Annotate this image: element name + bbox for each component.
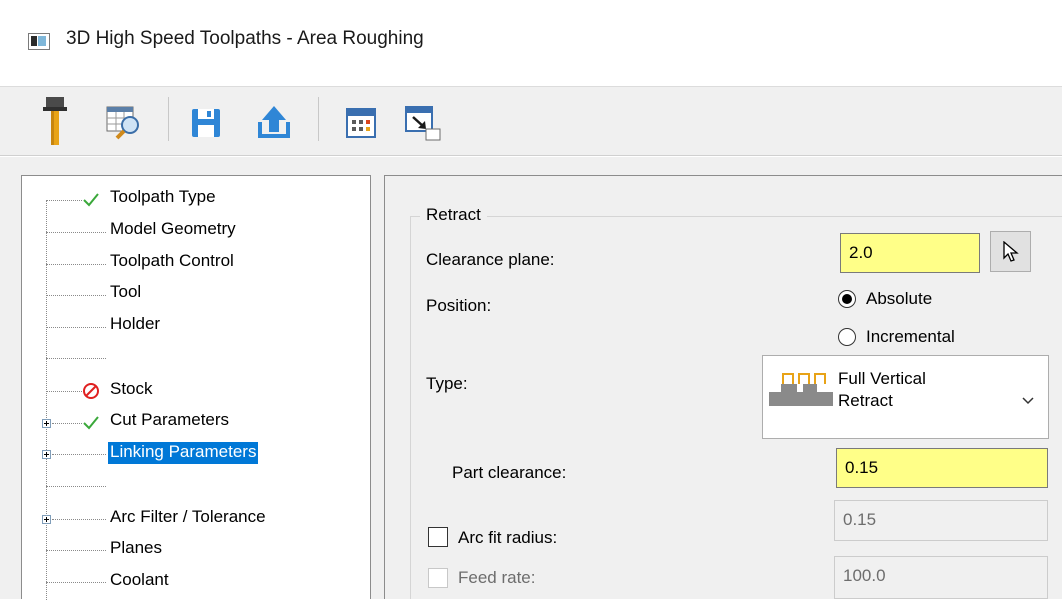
expand-icon[interactable] bbox=[42, 450, 51, 459]
expand-icon[interactable] bbox=[42, 515, 51, 524]
tree-item-stock[interactable]: Stock bbox=[110, 379, 153, 401]
error-icon bbox=[83, 383, 99, 399]
arc-fit-radius-label[interactable]: Arc fit radius: bbox=[458, 528, 557, 548]
expand-icon[interactable] bbox=[42, 419, 51, 428]
position-absolute-radio[interactable] bbox=[838, 290, 856, 308]
position-incremental-label[interactable]: Incremental bbox=[866, 327, 955, 347]
title-bar: 3D High Speed Toolpaths - Area Roughing bbox=[0, 0, 1062, 86]
tool-icon[interactable] bbox=[40, 95, 70, 147]
part-clearance-input[interactable]: 0.15 bbox=[836, 448, 1048, 488]
select-point-button[interactable] bbox=[990, 231, 1031, 272]
retract-type-dropdown[interactable]: Full Vertical Retract bbox=[762, 355, 1049, 439]
tree-item-arc-filter-tolerance[interactable]: Arc Filter / Tolerance bbox=[110, 507, 266, 529]
tree-item-linking-parameters[interactable]: Linking Parameters bbox=[108, 442, 259, 464]
position-label: Position: bbox=[426, 296, 492, 315]
minimize-to-box-icon[interactable] bbox=[404, 105, 444, 143]
check-icon bbox=[83, 193, 99, 207]
part-clearance-label: Part clearance: bbox=[452, 463, 567, 482]
upload-icon[interactable] bbox=[256, 104, 292, 140]
arc-fit-radius-input: 0.15 bbox=[834, 500, 1048, 541]
app-icon bbox=[28, 33, 50, 50]
retract-type-line1: Full Vertical bbox=[838, 369, 926, 388]
tree-item-toolpath-type[interactable]: Toolpath Type bbox=[110, 187, 216, 209]
tree-item-toolpath-control[interactable]: Toolpath Control bbox=[110, 251, 234, 273]
clearance-plane-label: Clearance plane: bbox=[426, 250, 555, 269]
feed-rate-input: 100.0 bbox=[834, 556, 1048, 599]
feed-rate-checkbox bbox=[428, 568, 448, 588]
arc-fit-radius-checkbox[interactable] bbox=[428, 527, 448, 547]
cursor-arrow-icon bbox=[1003, 241, 1019, 262]
tree-item-planes[interactable]: Planes bbox=[110, 538, 162, 560]
retract-type-line2: Retract bbox=[838, 391, 893, 410]
clearance-plane-input[interactable]: 2.0 bbox=[840, 233, 980, 273]
tree-item-model-geometry[interactable]: Model Geometry bbox=[110, 219, 236, 241]
tree-item-tool[interactable]: Tool bbox=[110, 282, 141, 304]
position-incremental-radio[interactable] bbox=[838, 328, 856, 346]
full-vertical-retract-icon bbox=[769, 373, 833, 406]
tree-item-cut-parameters[interactable]: Cut Parameters bbox=[110, 410, 229, 432]
position-absolute-label[interactable]: Absolute bbox=[866, 289, 932, 309]
chevron-down-icon bbox=[1022, 397, 1034, 405]
preview-table-icon[interactable] bbox=[105, 105, 145, 141]
toolbar bbox=[0, 86, 1062, 156]
retract-group-label: Retract bbox=[420, 205, 487, 225]
parameter-tree[interactable]: Toolpath Type Model Geometry Toolpath Co… bbox=[21, 175, 371, 600]
tree-item-holder[interactable]: Holder bbox=[110, 314, 160, 336]
check-icon bbox=[83, 416, 99, 430]
calculator-icon[interactable] bbox=[345, 107, 377, 139]
type-label: Type: bbox=[426, 374, 468, 393]
save-icon[interactable] bbox=[190, 107, 222, 139]
tree-item-coolant[interactable]: Coolant bbox=[110, 570, 169, 592]
window-title: 3D High Speed Toolpaths - Area Roughing bbox=[66, 28, 424, 49]
feed-rate-label: Feed rate: bbox=[458, 568, 536, 587]
